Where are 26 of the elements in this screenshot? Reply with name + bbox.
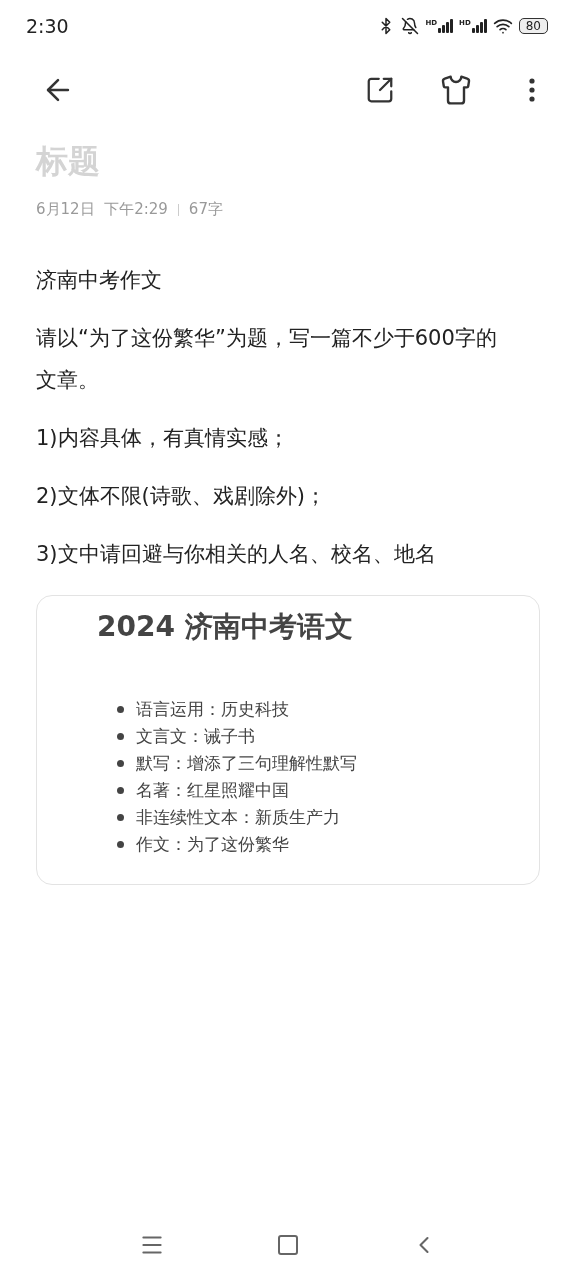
bell-off-icon (401, 17, 420, 35)
note-paragraph: 济南中考作文 (36, 267, 163, 294)
battery-indicator: 80 (518, 18, 548, 34)
more-icon (529, 78, 535, 102)
list-item: 作文：为了这份繁华 (136, 833, 289, 856)
wifi-icon (492, 16, 513, 36)
note-paragraph: 3)文中请回避与你相关的人名、校名、地名 (36, 541, 437, 568)
list-item: 默写：增添了三句理解性默写 (136, 752, 357, 775)
note-paragraph: 2)文体不限(诗歌、戏剧除外)； (36, 483, 327, 510)
bullet-icon (117, 760, 124, 767)
note-paragraph: 请以“为了这份繁华”为题，写一篇不少于600字的文章。 (36, 325, 498, 394)
square-icon (276, 1233, 300, 1257)
card-title: 2024 济南中考语文 (97, 609, 354, 645)
bullet-icon (117, 733, 124, 740)
word-count: 67字 (188, 200, 223, 219)
note-paragraph: 1)内容具体，有真情实感； (36, 425, 290, 452)
status-time: 2:30 (26, 15, 69, 37)
bullet-icon (117, 787, 124, 794)
bullet-icon (117, 841, 124, 848)
list-item: 文言文：诫子书 (136, 725, 255, 748)
bullet-icon (117, 814, 124, 821)
list-item: 名著：红星照耀中国 (136, 779, 289, 802)
list-item: 非连续性文本：新质生产力 (136, 806, 340, 829)
bullet-icon (117, 706, 124, 713)
list-item: 语言运用：历史科技 (136, 698, 289, 721)
note-date: 6月12日 下午2:29 (36, 200, 168, 219)
